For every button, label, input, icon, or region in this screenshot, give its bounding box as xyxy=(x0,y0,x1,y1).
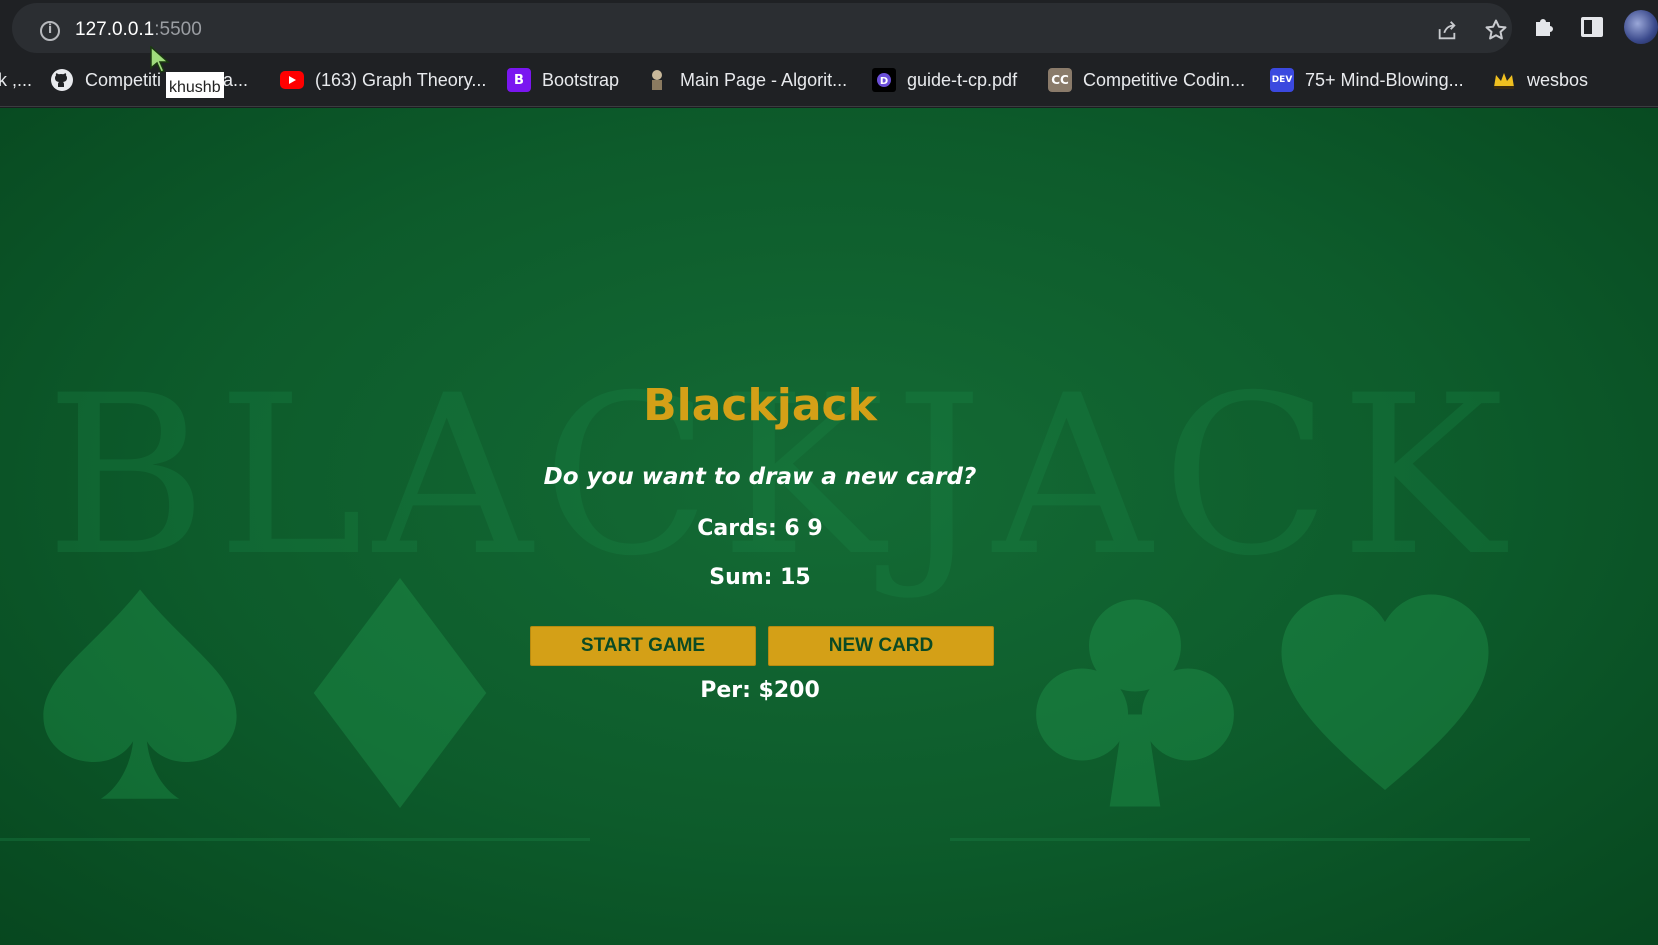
game-message: Do you want to draw a new card? xyxy=(543,464,977,490)
bookmark-1-label: k ,... xyxy=(0,69,33,90)
hover-tooltip: khushb xyxy=(166,72,224,98)
github-icon xyxy=(50,68,74,92)
start-game-button[interactable]: START GAME xyxy=(530,626,756,666)
bookmark-7[interactable]: CC Competitive Codin... xyxy=(1048,62,1245,98)
bookmark-3[interactable]: (163) Graph Theory... xyxy=(280,62,486,98)
crown-icon xyxy=(1492,68,1516,92)
address-bar[interactable]: 127.0.0.1:5500 xyxy=(12,3,1512,53)
cc-icon: CC xyxy=(1048,68,1072,92)
bookmark-7-label: Competitive Codin... xyxy=(1083,69,1246,90)
game-page: BLACKJACK Blackjack Do you want to draw … xyxy=(0,108,1658,945)
bootstrap-icon: B xyxy=(507,68,531,92)
puzzle-icon[interactable] xyxy=(1532,15,1556,39)
star-icon[interactable] xyxy=(1484,18,1508,42)
bookmark-3-label: (163) Graph Theory... xyxy=(315,69,487,90)
bookmark-8-label: 75+ Mind-Blowing... xyxy=(1305,69,1464,90)
url-port: :5500 xyxy=(154,19,202,40)
youtube-icon xyxy=(280,71,304,89)
bookmark-8[interactable]: DEV 75+ Mind-Blowing... xyxy=(1270,62,1464,98)
cards-display: Cards: 6 9 xyxy=(697,516,823,541)
sum-display: Sum: 15 xyxy=(709,565,811,590)
bookmark-6[interactable]: D guide-t-cp.pdf xyxy=(872,62,1017,98)
bookmark-4[interactable]: B Bootstrap xyxy=(507,62,619,98)
pdf-icon: D xyxy=(872,68,896,92)
dev-icon: DEV xyxy=(1270,68,1294,92)
bookmark-6-label: guide-t-cp.pdf xyxy=(907,69,1018,90)
url-text[interactable]: 127.0.0.1:5500 xyxy=(75,19,202,41)
svg-text:D: D xyxy=(880,76,888,87)
bookmarks-bar: k ,... Competiti a... (163) Graph Theory.… xyxy=(0,62,1658,98)
player-display: Per: $200 xyxy=(700,678,820,703)
browser-chrome: 127.0.0.1:5500 k ,... Competitia... (163… xyxy=(0,0,1658,107)
bookmark-9-label: wesbos xyxy=(1527,69,1589,90)
bookmark-5[interactable]: Main Page - Algorit... xyxy=(645,62,847,98)
url-host: 127.0.0.1 xyxy=(75,19,155,40)
page-title: Blackjack xyxy=(643,380,877,431)
side-panel-icon[interactable] xyxy=(1581,17,1603,37)
algorithmica-icon xyxy=(645,68,669,92)
bookmark-5-label: Main Page - Algorit... xyxy=(680,69,848,90)
bookmark-1[interactable]: k ,... xyxy=(0,62,32,98)
bookmark-9[interactable]: wesbos xyxy=(1492,62,1588,98)
avatar[interactable] xyxy=(1624,10,1658,44)
mouse-cursor-icon xyxy=(150,46,170,73)
bookmark-2-trailing: a... xyxy=(223,69,249,90)
share-icon[interactable] xyxy=(1436,20,1458,42)
game-panel: Blackjack Do you want to draw a new card… xyxy=(0,108,1520,945)
new-card-button[interactable]: NEW CARD xyxy=(768,626,994,666)
bookmark-4-label: Bootstrap xyxy=(542,69,620,90)
info-icon[interactable] xyxy=(40,21,60,41)
